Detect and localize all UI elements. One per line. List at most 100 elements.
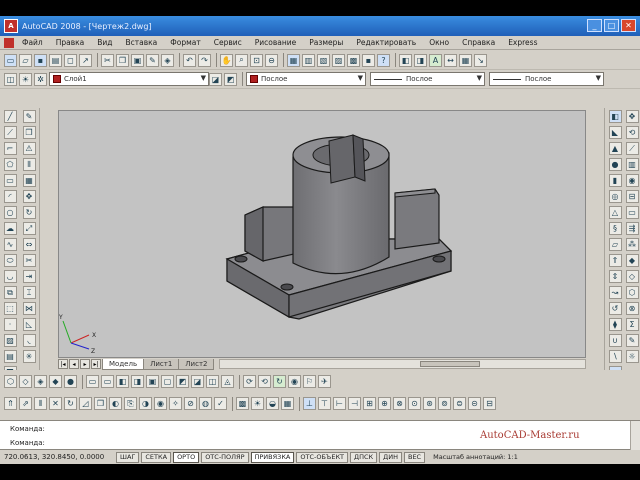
layer-states-icon[interactable]: ◨ xyxy=(414,53,427,67)
command-prompt[interactable]: Команда: xyxy=(10,439,45,447)
continuous-orbit-icon[interactable]: ↻ xyxy=(273,375,286,388)
box-solid-icon[interactable]: ◧ xyxy=(608,110,622,123)
ucs-zaxis-icon[interactable]: ⊗ xyxy=(393,397,406,410)
convert-to-solid-icon[interactable]: ◆ xyxy=(625,254,639,267)
shell-icon[interactable]: ◍ xyxy=(199,397,212,410)
polar-toggle[interactable]: ОТС-ПОЛЯР xyxy=(201,451,249,463)
explode-icon[interactable]: ✳ xyxy=(22,350,36,363)
lineweight-dropdown[interactable]: Послое ▼ xyxy=(489,72,604,86)
ucs-apply-icon[interactable]: ⊝ xyxy=(468,397,481,410)
prev-tab-button[interactable]: ◂ xyxy=(69,359,79,369)
sw-isometric-icon[interactable]: ◩ xyxy=(176,375,189,388)
view-front-icon[interactable]: ▣ xyxy=(146,375,159,388)
lwt-toggle[interactable]: ВЕС xyxy=(403,451,426,463)
array-icon[interactable]: ▦ xyxy=(22,174,36,187)
make-block-icon[interactable]: ⬚ xyxy=(3,302,17,315)
thicken-icon[interactable]: ▥ xyxy=(625,158,639,171)
ucs-x-icon[interactable]: ⊛ xyxy=(423,397,436,410)
color-edges-icon[interactable]: ◑ xyxy=(139,397,152,410)
styles-icon[interactable]: A xyxy=(429,53,442,67)
ellipse-arc-icon[interactable]: ◡ xyxy=(3,270,17,283)
spline-icon[interactable]: ∿ xyxy=(3,238,17,251)
realistic-style-icon[interactable]: ◆ xyxy=(49,375,62,388)
mapping-icon[interactable]: ▦ xyxy=(281,397,294,410)
ducs-toggle[interactable]: ДПСК xyxy=(350,451,378,463)
extrude-faces-icon[interactable]: ⇑ xyxy=(4,397,17,410)
torus-icon[interactable]: ◎ xyxy=(608,190,622,203)
menu-edit[interactable]: Правка xyxy=(56,38,85,47)
3d-move-icon[interactable]: ✥ xyxy=(625,110,639,123)
paste-icon[interactable]: ▣ xyxy=(131,53,144,67)
taper-faces-icon[interactable]: ◿ xyxy=(79,397,92,410)
undo-icon[interactable]: ↶ xyxy=(183,53,196,67)
dyn-toggle[interactable]: ДИН xyxy=(379,451,402,463)
grid-toggle[interactable]: СЕТКА xyxy=(141,451,172,463)
design-center-icon[interactable]: ▥ xyxy=(302,53,315,67)
extend-icon[interactable]: ⇥ xyxy=(22,270,36,283)
ortho-toggle[interactable]: ОРТО xyxy=(173,451,200,463)
annotation-scale[interactable]: Масштаб аннотаций: 1:1 xyxy=(433,453,518,461)
ne-isometric-icon[interactable]: ◫ xyxy=(206,375,219,388)
last-tab-button[interactable]: ▸| xyxy=(91,359,101,369)
publish-icon[interactable]: ↗ xyxy=(79,53,92,67)
command-scrollbar[interactable] xyxy=(630,421,640,451)
scroll-thumb[interactable] xyxy=(420,361,481,367)
fly-icon[interactable]: ✈ xyxy=(318,375,331,388)
rectangle-icon[interactable]: ▭ xyxy=(3,174,17,187)
layer-previous-icon[interactable]: ◩ xyxy=(224,72,237,86)
ucs-world-icon[interactable]: ⊥ xyxy=(303,397,316,410)
offset-icon[interactable]: ⫴ xyxy=(22,158,36,171)
color-faces-icon[interactable]: ◐ xyxy=(109,397,122,410)
copy-edges-icon[interactable]: ⎘ xyxy=(124,397,137,410)
mirror-icon[interactable]: ⚠ xyxy=(22,142,36,155)
workspace-icon[interactable]: ◧ xyxy=(399,53,412,67)
ellipse-icon[interactable]: ⬭ xyxy=(3,254,17,267)
layer-dropdown[interactable]: Слой1 ▼ xyxy=(49,72,209,86)
menu-help[interactable]: Справка xyxy=(462,38,495,47)
ucs-object-icon[interactable]: ⊣ xyxy=(348,397,361,410)
color-dropdown[interactable]: Послое ▼ xyxy=(246,72,366,86)
layer-freeze-icon[interactable]: ✲ xyxy=(34,72,47,86)
loft-icon[interactable]: ⧫ xyxy=(608,318,622,331)
break-icon[interactable]: ⌶ xyxy=(22,286,36,299)
menu-tools[interactable]: Сервис xyxy=(214,38,242,47)
tool-palettes-icon[interactable]: ▧ xyxy=(317,53,330,67)
open-folder-icon[interactable]: ▱ xyxy=(19,53,32,67)
zoom-realtime-icon[interactable]: ⌕ xyxy=(235,53,248,67)
rotate-icon[interactable]: ↻ xyxy=(22,206,36,219)
ucs-named-icon[interactable]: ⊟ xyxy=(483,397,496,410)
view-back-icon[interactable]: ▢ xyxy=(161,375,174,388)
construction-line-icon[interactable]: ⟋ xyxy=(3,126,17,139)
autocad-app-icon[interactable]: A xyxy=(4,19,18,33)
sheet-set-icon[interactable]: ▨ xyxy=(332,53,345,67)
tablestyle-icon[interactable]: ▦ xyxy=(459,53,472,67)
orbit-icon[interactable]: ⟳ xyxy=(243,375,256,388)
horizontal-scrollbar[interactable] xyxy=(219,359,586,369)
imprint-edges-icon[interactable]: ◉ xyxy=(154,397,167,410)
section-plane-icon[interactable]: ⊟ xyxy=(625,190,639,203)
document-icon[interactable] xyxy=(4,37,14,48)
free-orbit-icon[interactable]: ⟲ xyxy=(258,375,271,388)
2d-wireframe-icon[interactable]: ⬡ xyxy=(4,375,17,388)
hatch-icon[interactable]: ▨ xyxy=(3,334,17,347)
menu-view[interactable]: Вид xyxy=(97,38,112,47)
render-region-icon[interactable]: ▩ xyxy=(236,397,249,410)
camera-icon[interactable]: ◉ xyxy=(288,375,301,388)
insert-block-icon[interactable]: ⧉ xyxy=(3,286,17,299)
sphere-icon[interactable]: ● xyxy=(608,158,622,171)
erase-icon[interactable]: ✎ xyxy=(22,110,36,123)
cylinder-icon[interactable]: ▮ xyxy=(608,174,622,187)
solid-edit-icon[interactable]: ✎ xyxy=(625,334,639,347)
maximize-button[interactable]: □ xyxy=(604,19,619,32)
make-current-layer-icon[interactable]: ◪ xyxy=(209,72,222,86)
presspull-icon[interactable]: ⇕ xyxy=(608,270,622,283)
pyramid-icon[interactable]: △ xyxy=(608,206,622,219)
tab-layout2[interactable]: Лист2 xyxy=(178,358,215,370)
delete-faces-icon[interactable]: ✕ xyxy=(49,397,62,410)
otrack-toggle[interactable]: ОТС-ОБЪЕКТ xyxy=(296,451,349,463)
extrude-icon[interactable]: ⇑ xyxy=(608,254,622,267)
slice-icon[interactable]: ⟋ xyxy=(625,142,639,155)
redo-icon[interactable]: ↷ xyxy=(198,53,211,67)
line-icon[interactable]: ╱ xyxy=(3,110,17,123)
properties-icon[interactable]: ▦ xyxy=(287,53,300,67)
